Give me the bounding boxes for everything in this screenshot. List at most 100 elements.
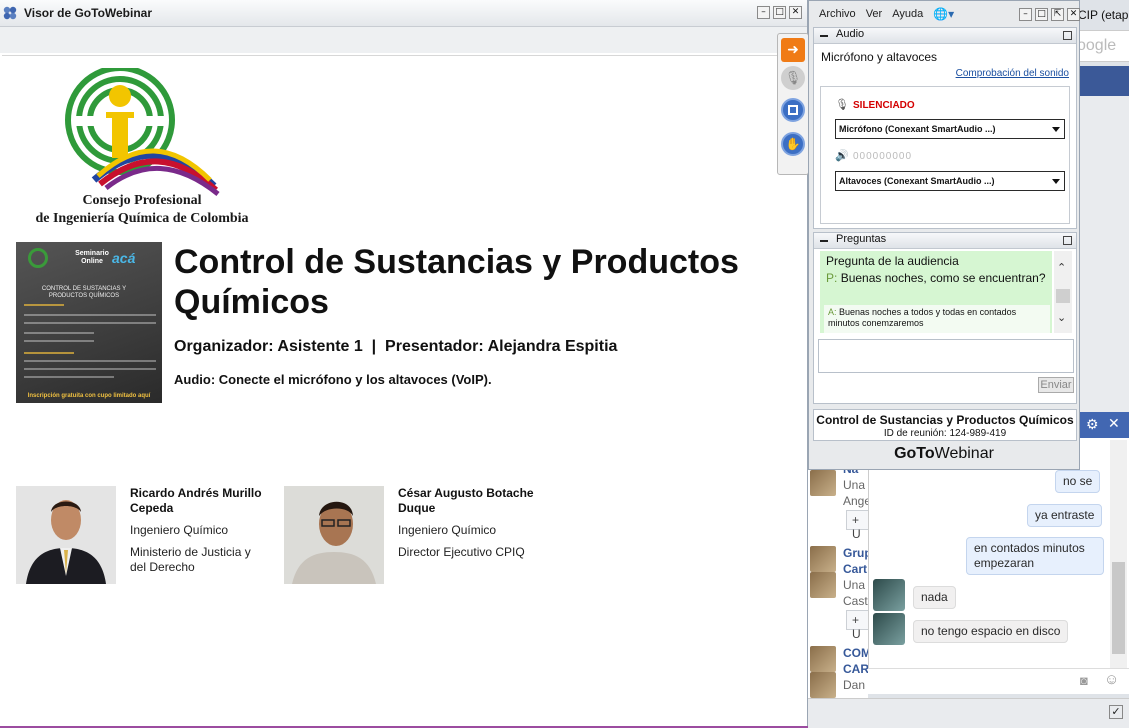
logo-text-line2: de Ingeniería Química de Colombia xyxy=(35,211,249,226)
logo-text-line1: Consejo Profesional xyxy=(82,193,202,208)
list-item-sub: Dan xyxy=(843,678,866,692)
menu-ver[interactable]: Ver xyxy=(866,8,883,20)
collapse-icon[interactable] xyxy=(820,35,828,37)
avatar xyxy=(873,613,905,645)
brand-go: GoTo xyxy=(894,445,935,462)
poster-line xyxy=(24,352,74,354)
chat-input[interactable]: ◙ ☺ xyxy=(868,668,1129,694)
background-header-bar xyxy=(1076,66,1129,96)
poster-aca-logo: acá xyxy=(112,250,136,266)
minimize-button[interactable]: – xyxy=(1019,8,1032,21)
speaker-name: Ricardo Andrés Murillo Cepeda xyxy=(130,486,262,515)
speaker-select[interactable]: Altavoces (Conexant SmartAudio ...) xyxy=(835,171,1065,191)
speaker-photo xyxy=(284,486,384,584)
muted-status: SILENCIADO xyxy=(853,100,915,111)
speaker-level: 000000000 xyxy=(853,151,913,162)
poster-line xyxy=(24,360,156,362)
popout-button[interactable]: ⇱ xyxy=(1051,8,1064,21)
globe-icon[interactable]: 🌐▾ xyxy=(933,7,954,21)
audio-section: Audio Micrófono y altavoces Comprobación… xyxy=(813,27,1077,229)
webinar-title: Control de Sustancias y Productos Químic… xyxy=(174,243,739,321)
scroll-thumb[interactable] xyxy=(1056,289,1070,303)
microphone-select[interactable]: Micrófono (Conexant SmartAudio ...) xyxy=(835,119,1065,139)
add-button[interactable]: + U xyxy=(846,510,870,541)
chat-message-out: en contados minutos empezaran xyxy=(966,537,1104,575)
viewer-title: Visor de GoToWebinar xyxy=(24,6,153,20)
minimize-button[interactable]: – xyxy=(757,6,770,19)
contact-list: Na Una Ange + U Grup Cart Una Cast + U C… xyxy=(808,440,872,698)
poster-line xyxy=(24,304,64,306)
viewer-window: Visor de GoToWebinar – □ ✕ Consejo Profe… xyxy=(0,0,808,728)
person-icon xyxy=(284,486,384,584)
brand-webinar: Webinar xyxy=(934,445,994,462)
list-item-name[interactable]: Cart xyxy=(843,562,867,576)
speaker-org: Ministerio de Justicia y del Derecho xyxy=(130,545,251,574)
restore-button[interactable]: □ xyxy=(1035,8,1048,21)
avatar xyxy=(810,546,836,572)
chevron-down-icon xyxy=(1052,127,1060,132)
close-button[interactable]: ✕ xyxy=(1067,8,1080,21)
taskbar: ✓ xyxy=(808,698,1129,728)
send-button[interactable]: Enviar xyxy=(1038,377,1074,393)
speaker-role: Ingeniero Químico xyxy=(130,523,229,537)
questions-section-header[interactable]: Preguntas xyxy=(814,233,1076,249)
questions-scrollbar[interactable]: ⌃ ⌄ xyxy=(1054,251,1072,333)
microphone-icon[interactable]: 🎙 xyxy=(781,66,805,90)
poster-line xyxy=(24,376,114,378)
poster-line xyxy=(24,332,94,334)
questions-header-label: Preguntas xyxy=(836,233,887,245)
chevron-up-icon[interactable]: ⌃ xyxy=(1057,261,1066,274)
background-search-box: oogle xyxy=(1076,30,1129,62)
list-item-sub: Ange xyxy=(843,494,872,508)
gotowebinar-brand: GoToWebinar xyxy=(809,445,1079,463)
scroll-thumb[interactable] xyxy=(1112,562,1125,654)
gear-icon[interactable]: ⚙ xyxy=(1086,416,1099,433)
chat-message-out: ya entraste xyxy=(1027,504,1103,527)
menu-archivo[interactable]: Archivo xyxy=(819,8,856,20)
close-button[interactable]: ✕ xyxy=(789,6,802,19)
emoji-icon[interactable]: ☺ xyxy=(1104,671,1119,688)
sound-check-link[interactable]: Comprobación del sonido xyxy=(956,68,1069,79)
poster-line xyxy=(24,368,156,370)
questions-section: Preguntas Pregunta de la audiencia P: Bu… xyxy=(813,232,1077,404)
collapse-icon[interactable] xyxy=(820,240,828,242)
microphone-icon: 🎙 xyxy=(835,99,849,111)
poster-heading: CONTROL DE SUSTANCIAS Y PRODUCTOS QUÍMIC… xyxy=(41,286,127,299)
chat-message-out: no se xyxy=(1055,470,1101,493)
check-icon[interactable]: ✓ xyxy=(1109,705,1123,719)
poster-logo xyxy=(28,248,48,268)
avatar xyxy=(810,672,836,698)
raise-hand-icon[interactable]: ✋ xyxy=(781,132,805,156)
question-input[interactable] xyxy=(818,339,1074,373)
background-window-title: CIP (etap xyxy=(1078,8,1129,22)
close-icon[interactable]: ✕ xyxy=(1108,415,1120,432)
questions-log: Pregunta de la audiencia P: Buenas noche… xyxy=(820,251,1052,333)
square-icon xyxy=(788,105,798,115)
control-toolbar: ➜ 🎙 ✋ xyxy=(777,33,809,175)
maximize-button[interactable]: □ xyxy=(773,6,786,19)
popout-icon[interactable] xyxy=(1063,31,1072,40)
search-placeholder: oogle xyxy=(1077,37,1117,54)
menu-ayuda[interactable]: Ayuda xyxy=(892,8,923,20)
add-button[interactable]: + U xyxy=(846,610,870,641)
audio-settings-box: 🎙 SILENCIADO Micrófono (Conexant SmartAu… xyxy=(820,86,1070,224)
speaker-org: Director Ejecutivo CPIQ xyxy=(398,545,525,559)
speaker-icon: 🔊 xyxy=(835,150,849,162)
avatar xyxy=(810,470,836,496)
list-item-name[interactable]: CAR xyxy=(843,662,869,676)
answer-text: Buenas noches a todos y todas en contado… xyxy=(828,307,1017,328)
organizer-line: Organizador: Asistente 1 | Presentador: … xyxy=(174,338,618,355)
popout-icon[interactable] xyxy=(1063,236,1072,245)
camera-icon[interactable]: ◙ xyxy=(1080,673,1088,688)
question-item: P: Buenas noches, como se encuentran? xyxy=(826,271,1048,286)
shared-screen: Consejo Profesional de Ingeniería Químic… xyxy=(2,55,806,728)
audio-section-header[interactable]: Audio xyxy=(814,28,1076,44)
seminar-poster: Seminario Online acá CONTROL DE SUSTANCI… xyxy=(16,242,162,403)
screen-icon[interactable] xyxy=(781,98,805,122)
webinar-info: Control de Sustancias y Productos Químic… xyxy=(813,409,1077,441)
arrow-right-icon[interactable]: ➜ xyxy=(781,38,805,62)
chat-scrollbar[interactable] xyxy=(1110,440,1127,668)
list-item-name[interactable]: COM xyxy=(843,646,871,660)
chevron-down-icon[interactable]: ⌄ xyxy=(1057,311,1066,324)
viewer-strip xyxy=(0,27,807,53)
